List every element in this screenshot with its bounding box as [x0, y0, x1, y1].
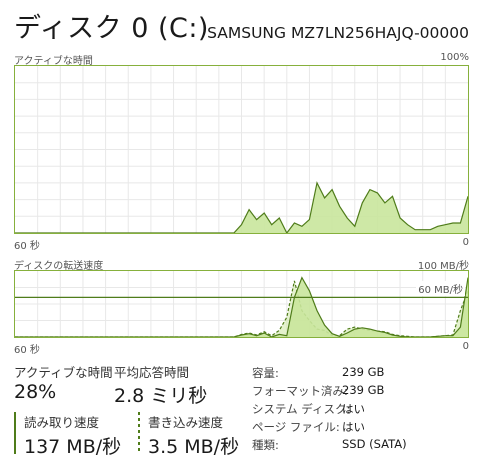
capacity-value: 239 GB	[342, 365, 385, 379]
transfer-chart-time-right: 0	[462, 341, 469, 352]
transfer-chart-svg	[15, 271, 468, 337]
system-disk-label: システム ディスク:	[252, 402, 351, 416]
write-speed-value: 3.5 MB/秒	[148, 436, 240, 458]
avg-response-label: 平均応答時間	[114, 365, 190, 380]
active-time-chart-time-left: 60 秒	[14, 241, 40, 252]
transfer-ref-line-label: 60 MB/秒	[416, 281, 465, 296]
formatted-value: 239 GB	[342, 383, 385, 397]
disk-type-label: 種類:	[252, 438, 279, 452]
disk-type-value: SSD (SATA)	[342, 437, 407, 451]
read-speed-value: 137 MB/秒	[24, 436, 122, 458]
active-time-chart-max: 100%	[440, 52, 469, 63]
disk-model: SAMSUNG MZ7LN256HAJQ-00000	[207, 24, 469, 42]
read-speed-label: 読み取り速度	[24, 415, 100, 430]
system-disk-value: はい	[342, 402, 365, 416]
formatted-label: フォーマット済み:	[252, 384, 348, 398]
page-title: ディスク 0 (C:)	[14, 13, 209, 44]
avg-response-value: 2.8 ミリ秒	[114, 385, 208, 407]
page-file-label: ページ ファイル:	[252, 420, 340, 434]
active-time-stat-label: アクティブな時間	[14, 365, 113, 380]
active-time-stat-value: 28%	[14, 381, 57, 403]
transfer-chart	[14, 270, 469, 338]
active-time-chart	[14, 65, 469, 234]
active-time-chart-time-right: 0	[462, 237, 469, 248]
active-time-chart-svg	[15, 66, 468, 233]
capacity-label: 容量:	[252, 366, 279, 380]
transfer-chart-time-left: 60 秒	[14, 345, 40, 356]
write-legend-line	[138, 412, 140, 454]
write-speed-label: 書き込み速度	[148, 415, 224, 430]
read-legend-line	[14, 412, 16, 454]
page-file-value: はい	[342, 420, 365, 434]
